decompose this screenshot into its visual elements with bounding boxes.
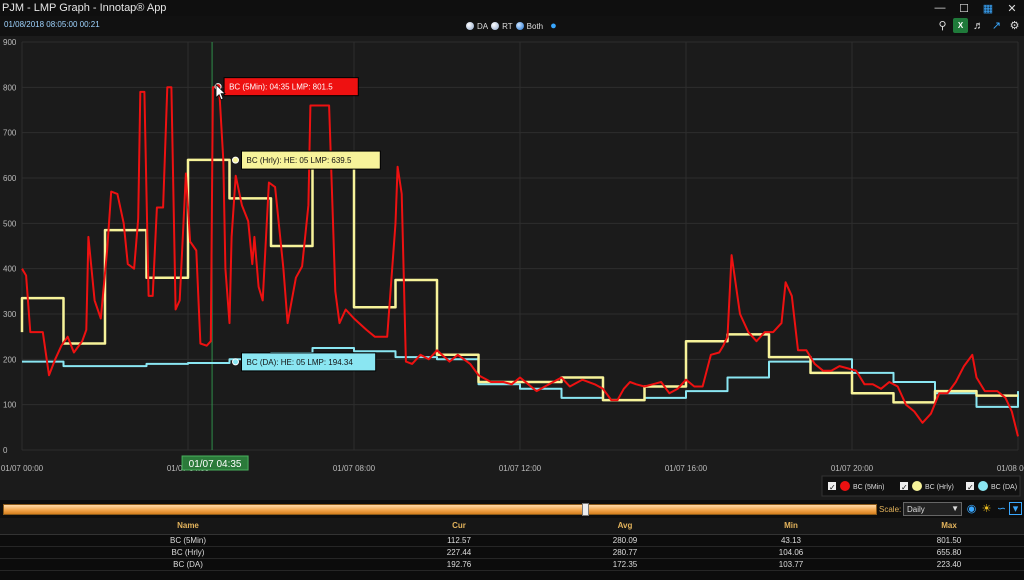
datetime-display: 01/08/2018 08:05:00 00:21 <box>4 20 100 29</box>
cell-cur: 227.44 <box>376 546 542 559</box>
tooltip-da: BC (DA): HE: 05 LMP: 194.34 <box>232 352 377 372</box>
cell-avg: 280.09 <box>542 534 708 547</box>
check-icon: ✓ <box>901 483 908 492</box>
table-row[interactable]: BC (5Min) 112.57 280.09 43.13 801.50 <box>0 534 1024 547</box>
y-tick-label: 500 <box>3 219 17 228</box>
dropdown-panel-icon[interactable]: ▾ <box>1009 502 1022 515</box>
legend-swatch <box>912 481 922 491</box>
legend-label: BC (Hrly) <box>925 484 954 491</box>
x-tick-label: 01/07 16:00 <box>665 464 708 473</box>
y-tick-label: 900 <box>3 38 17 47</box>
x-tick-label: 01/08 00:00 <box>997 464 1024 473</box>
curve-icon[interactable]: ∽ <box>995 502 1008 515</box>
minimize-button[interactable]: — <box>928 0 952 16</box>
cell-name: BC (Hrly) <box>0 546 376 559</box>
cell-max: 801.50 <box>874 534 1024 547</box>
radio-da[interactable] <box>466 22 474 30</box>
scale-label: Scale: <box>879 505 902 514</box>
y-tick-label: 800 <box>3 83 17 92</box>
scale-select[interactable]: Daily ▼ <box>903 502 962 516</box>
x-tick-label: 01/07 00:00 <box>1 464 44 473</box>
time-slider-thumb[interactable] <box>582 503 590 516</box>
cell-max: 655.80 <box>874 546 1024 559</box>
close-button[interactable]: ✕ <box>1000 0 1024 16</box>
cell-min: 43.13 <box>708 534 874 547</box>
tooltip-text: BC (5Min): 04:35 LMP: 801.5 <box>229 83 333 92</box>
radio-rt-label: RT <box>502 21 513 31</box>
radio-rt[interactable] <box>491 22 500 30</box>
col-header-cur[interactable]: Cur <box>376 518 542 535</box>
col-header-max[interactable]: Max <box>874 518 1024 535</box>
legend-label: BC (DA) <box>991 484 1017 491</box>
y-tick-label: 100 <box>3 401 17 410</box>
title-bar: PJM - LMP Graph - Innotap® App — ☐ ▦ ✕ <box>0 0 1024 16</box>
cell-cur: 192.76 <box>376 558 542 571</box>
y-tick-label: 0 <box>3 446 8 455</box>
cell-avg: 172.35 <box>542 558 708 571</box>
lmp-chart-svg[interactable]: 0 100 200 300 400 500 600 700 800 900 01/07 00:00 0… <box>0 36 1024 500</box>
scale-select-value: Daily <box>907 505 925 514</box>
legend: ✓ BC (5Min) ✓ BC (Hrly) ✓ BC (DA) <box>821 475 1021 497</box>
table-header-row: Name Cur Avg Min Max <box>0 518 1024 535</box>
stats-table: Name Cur Avg Min Max BC (5Min) 112.57 28… <box>0 518 1024 580</box>
time-slider-track[interactable] <box>3 504 877 515</box>
cell-min: 103.77 <box>708 558 874 571</box>
market-radio-group: DA RT Both ● <box>466 20 557 32</box>
eye-icon[interactable]: ◉ <box>965 502 978 515</box>
col-header-avg[interactable]: Avg <box>542 518 708 535</box>
cell-name: BC (DA) <box>0 558 376 571</box>
cell-name: BC (5Min) <box>0 534 376 547</box>
external-link-icon[interactable]: ↗ <box>989 18 1004 33</box>
settings-icon[interactable]: ⚙ <box>1007 18 1022 33</box>
cell-cur: 112.57 <box>376 534 542 547</box>
crosshair-label: 01/07 04:35 <box>181 455 249 471</box>
location-pin-icon[interactable]: ● <box>550 20 557 32</box>
excel-icon[interactable]: X <box>953 18 968 33</box>
x-tick-label: 01/07 20:00 <box>831 464 874 473</box>
layout-icon[interactable]: ▦ <box>976 0 1000 16</box>
lmp-chart[interactable]: 0 100 200 300 400 500 600 700 800 900 01/07 00:00 0… <box>0 36 1024 500</box>
radio-both[interactable] <box>515 22 524 30</box>
x-tick-label: 01/07 08:00 <box>333 464 376 473</box>
radio-da-label: DA <box>477 21 489 31</box>
x-tick-label: 01/07 12:00 <box>499 464 542 473</box>
col-header-min[interactable]: Min <box>708 518 874 535</box>
y-tick-label: 200 <box>3 355 17 364</box>
speaker-icon[interactable]: ♬ <box>971 18 986 33</box>
y-tick-label: 700 <box>3 129 17 138</box>
tooltip-anchor <box>232 156 239 164</box>
tooltip-anchor <box>232 358 239 366</box>
y-tick-label: 300 <box>3 310 17 319</box>
col-header-name[interactable]: Name <box>0 518 376 535</box>
cell-max: 223.40 <box>874 558 1024 571</box>
toolbar: 01/08/2018 08:05:00 00:21 DA RT Both ● ⚲… <box>0 16 1024 36</box>
tooltip-hrly: BC (Hrly): HE: 05 LMP: 639.5 <box>232 150 381 170</box>
time-slider-bar: Scale: Daily ▼ ◉ ☀ ∽ ▾ <box>0 500 1024 518</box>
y-tick-label: 600 <box>3 174 17 183</box>
legend-swatch <box>978 481 988 491</box>
window-title: PJM - LMP Graph - Innotap® App <box>2 2 167 14</box>
cell-min: 104.06 <box>708 546 874 559</box>
sun-icon[interactable]: ☀ <box>980 502 993 515</box>
tooltip-text: BC (Hrly): HE: 05 LMP: 639.5 <box>247 156 352 165</box>
chevron-down-icon: ▼ <box>951 504 959 513</box>
cell-avg: 280.77 <box>542 546 708 559</box>
legend-label: BC (5Min) <box>853 484 885 491</box>
radio-both-label: Both <box>526 21 544 31</box>
tooltip-text: BC (DA): HE: 05 LMP: 194.34 <box>247 358 354 367</box>
table-row[interactable]: BC (Hrly) 227.44 280.77 104.06 655.80 <box>0 546 1024 559</box>
search-icon[interactable]: ⚲ <box>935 18 950 33</box>
check-icon: ✓ <box>967 483 974 492</box>
tooltip-5min: BC (5Min): 04:35 LMP: 801.5 <box>214 77 359 97</box>
check-icon: ✓ <box>829 483 836 492</box>
y-tick-label: 400 <box>3 265 17 274</box>
crosshair-label-text: 01/07 04:35 <box>189 459 242 470</box>
legend-swatch <box>840 481 850 491</box>
maximize-button[interactable]: ☐ <box>952 0 976 16</box>
table-row[interactable]: BC (DA) 192.76 172.35 103.77 223.40 <box>0 558 1024 571</box>
